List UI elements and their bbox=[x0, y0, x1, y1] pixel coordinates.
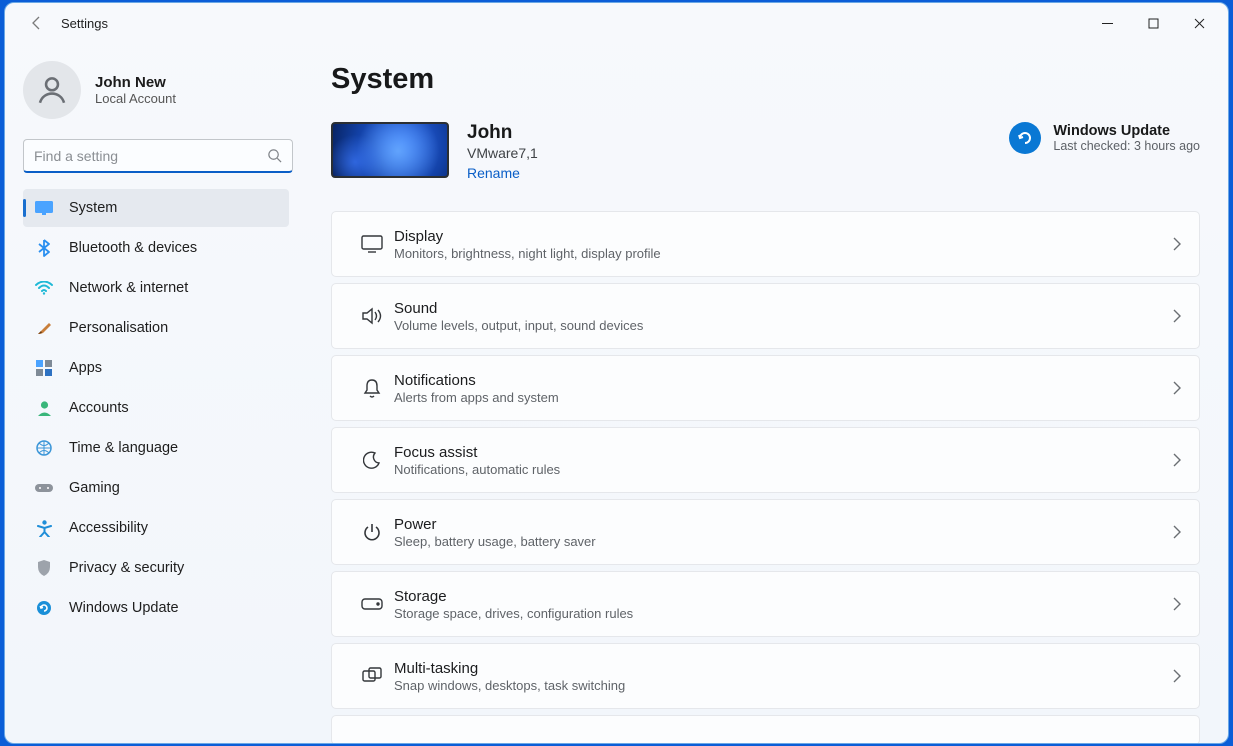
sidebar-item-network[interactable]: Network & internet bbox=[23, 269, 289, 307]
sidebar-item-gaming[interactable]: Gaming bbox=[23, 469, 289, 507]
close-button[interactable] bbox=[1176, 7, 1222, 39]
settings-card-storage[interactable]: Storage Storage space, drives, configura… bbox=[331, 571, 1200, 637]
paintbrush-icon bbox=[35, 320, 53, 336]
titlebar: Settings bbox=[5, 3, 1228, 43]
sidebar-item-accessibility[interactable]: Accessibility bbox=[23, 509, 289, 547]
settings-card-sound[interactable]: Sound Volume levels, output, input, soun… bbox=[331, 283, 1200, 349]
system-icon bbox=[35, 201, 53, 215]
profile-name: John New bbox=[95, 74, 176, 91]
card-subtitle: Storage space, drives, configuration rul… bbox=[394, 606, 1172, 621]
card-title: Notifications bbox=[394, 372, 1172, 389]
nav: System Bluetooth & devices Network & int… bbox=[5, 187, 315, 627]
chevron-right-icon bbox=[1172, 237, 1181, 251]
sidebar-item-label: Apps bbox=[69, 360, 102, 376]
settings-card-cutoff[interactable] bbox=[331, 715, 1200, 743]
person-icon bbox=[35, 400, 53, 416]
sidebar-item-label: Gaming bbox=[69, 480, 120, 496]
sidebar-item-label: Network & internet bbox=[69, 280, 188, 296]
windows-update-status: Last checked: 3 hours ago bbox=[1053, 139, 1200, 153]
accessibility-icon bbox=[35, 520, 53, 537]
rename-link[interactable]: Rename bbox=[467, 165, 520, 181]
device-name: John bbox=[467, 122, 538, 144]
sidebar-item-label: Time & language bbox=[69, 440, 178, 456]
chevron-right-icon bbox=[1172, 669, 1181, 683]
card-subtitle: Monitors, brightness, night light, displ… bbox=[394, 246, 1172, 261]
sidebar-item-accounts[interactable]: Accounts bbox=[23, 389, 289, 427]
search-icon bbox=[267, 148, 282, 163]
maximize-button[interactable] bbox=[1130, 7, 1176, 39]
settings-window: Settings John New Local bbox=[4, 2, 1229, 744]
settings-card-notifications[interactable]: Notifications Alerts from apps and syste… bbox=[331, 355, 1200, 421]
profile-account-type: Local Account bbox=[95, 91, 176, 106]
profile-block[interactable]: John New Local Account bbox=[5, 47, 315, 139]
update-icon bbox=[35, 600, 53, 616]
page-title: System bbox=[331, 63, 1200, 96]
sidebar-item-system[interactable]: System bbox=[23, 189, 289, 227]
display-icon bbox=[350, 235, 394, 253]
wifi-icon bbox=[35, 281, 53, 295]
settings-card-power[interactable]: Power Sleep, battery usage, battery save… bbox=[331, 499, 1200, 565]
back-button[interactable] bbox=[21, 7, 53, 39]
apps-icon bbox=[35, 360, 53, 376]
sidebar-item-windows-update[interactable]: Windows Update bbox=[23, 589, 289, 627]
chevron-right-icon bbox=[1172, 381, 1181, 395]
device-model: VMware7,1 bbox=[467, 145, 538, 161]
card-subtitle: Alerts from apps and system bbox=[394, 390, 1172, 405]
desktop-thumbnail[interactable] bbox=[331, 122, 449, 178]
globe-clock-icon bbox=[35, 440, 53, 456]
shield-icon bbox=[35, 560, 53, 576]
storage-icon bbox=[350, 598, 394, 610]
card-title: Power bbox=[394, 516, 1172, 533]
settings-card-focus-assist[interactable]: Focus assist Notifications, automatic ru… bbox=[331, 427, 1200, 493]
device-row: John VMware7,1 Rename Windows Update Las… bbox=[331, 122, 1200, 183]
multitasking-icon bbox=[350, 667, 394, 685]
sidebar-item-label: Personalisation bbox=[69, 320, 168, 336]
window-title: Settings bbox=[61, 16, 108, 31]
sidebar-item-bluetooth[interactable]: Bluetooth & devices bbox=[23, 229, 289, 267]
sidebar-item-label: Privacy & security bbox=[69, 560, 184, 576]
update-icon bbox=[1009, 122, 1041, 154]
card-title: Multi-tasking bbox=[394, 660, 1172, 677]
windows-update-title: Windows Update bbox=[1053, 123, 1200, 139]
search-box[interactable] bbox=[23, 139, 293, 173]
chevron-right-icon bbox=[1172, 525, 1181, 539]
sidebar-item-time-language[interactable]: Time & language bbox=[23, 429, 289, 467]
power-icon bbox=[350, 523, 394, 541]
chevron-right-icon bbox=[1172, 309, 1181, 323]
sidebar-item-label: System bbox=[69, 200, 117, 216]
settings-card-multitasking[interactable]: Multi-tasking Snap windows, desktops, ta… bbox=[331, 643, 1200, 709]
sidebar-item-label: Bluetooth & devices bbox=[69, 240, 197, 256]
moon-icon bbox=[350, 451, 394, 469]
sidebar-item-label: Windows Update bbox=[69, 600, 179, 616]
sidebar-item-label: Accessibility bbox=[69, 520, 148, 536]
card-subtitle: Volume levels, output, input, sound devi… bbox=[394, 318, 1172, 333]
chevron-right-icon bbox=[1172, 453, 1181, 467]
sidebar-item-privacy[interactable]: Privacy & security bbox=[23, 549, 289, 587]
bell-icon bbox=[350, 378, 394, 398]
settings-card-display[interactable]: Display Monitors, brightness, night ligh… bbox=[331, 211, 1200, 277]
card-title: Storage bbox=[394, 588, 1172, 605]
chevron-right-icon bbox=[1172, 597, 1181, 611]
card-title: Focus assist bbox=[394, 444, 1172, 461]
windows-update-shortcut[interactable]: Windows Update Last checked: 3 hours ago bbox=[1009, 122, 1200, 154]
gamepad-icon bbox=[35, 482, 53, 494]
sidebar-item-personalisation[interactable]: Personalisation bbox=[23, 309, 289, 347]
sidebar-item-apps[interactable]: Apps bbox=[23, 349, 289, 387]
sidebar: John New Local Account bbox=[5, 43, 315, 743]
bluetooth-icon bbox=[35, 239, 53, 257]
card-title: Sound bbox=[394, 300, 1172, 317]
card-subtitle: Sleep, battery usage, battery saver bbox=[394, 534, 1172, 549]
card-subtitle: Snap windows, desktops, task switching bbox=[394, 678, 1172, 693]
sound-icon bbox=[350, 307, 394, 325]
content: System John VMware7,1 Rename Windows Upd… bbox=[315, 43, 1228, 743]
card-subtitle: Notifications, automatic rules bbox=[394, 462, 1172, 477]
card-title: Display bbox=[394, 228, 1172, 245]
sidebar-item-label: Accounts bbox=[69, 400, 129, 416]
search-input[interactable] bbox=[24, 140, 292, 171]
avatar-icon bbox=[23, 61, 81, 119]
minimize-button[interactable] bbox=[1084, 7, 1130, 39]
